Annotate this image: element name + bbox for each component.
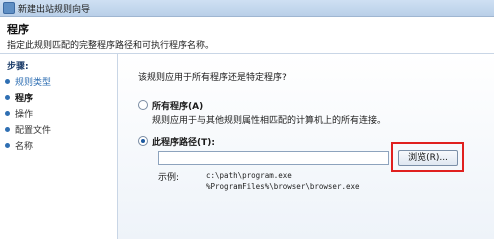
step-label: 规则类型 [15, 78, 52, 88]
step-label: 配置文件 [15, 126, 52, 136]
program-path-input[interactable] [158, 151, 389, 165]
steps-sidebar: 步骤: 规则类型 程序 操作 配置文件 名称 [0, 54, 118, 239]
steps-title: 步骤: [7, 62, 29, 72]
scope-question: 该规则应用于所有程序还是特定程序? [138, 73, 287, 83]
page-header: 程序 指定此规则匹配的完整程序路径和可执行程序名称。 [0, 17, 494, 54]
step-bullet-icon [5, 79, 10, 84]
firewall-app-icon [3, 2, 15, 14]
step-program[interactable]: 程序 [5, 91, 33, 104]
step-label: 名称 [15, 142, 34, 152]
example-path-1: c:\path\program.exe [206, 171, 292, 180]
step-bullet-icon [5, 95, 10, 100]
step-rule-type[interactable]: 规则类型 [5, 75, 51, 88]
all-programs-radio[interactable] [138, 100, 148, 110]
main-panel: 该规则应用于所有程序还是特定程序? 所有程序(A) 规则应用于与其他规则属性相匹… [118, 54, 494, 239]
window-title: 新建出站规则向导 [18, 5, 91, 15]
all-programs-description: 规则应用于与其他规则属性相匹配的计算机上的所有连接。 [152, 116, 387, 126]
step-profile[interactable]: 配置文件 [5, 123, 51, 136]
title-bar: 新建出站规则向导 [0, 0, 494, 17]
step-label: 程序 [15, 94, 34, 104]
program-path-label[interactable]: 此程序路径(T): [152, 135, 215, 148]
step-name[interactable]: 名称 [5, 139, 33, 152]
all-programs-label[interactable]: 所有程序(A) [152, 99, 203, 112]
example-path-2: %ProgramFiles%\browser\browser.exe [206, 182, 360, 191]
step-label: 操作 [15, 110, 34, 120]
step-action[interactable]: 操作 [5, 107, 33, 120]
program-path-radio[interactable] [138, 136, 148, 146]
page-title: 程序 [7, 23, 29, 36]
step-bullet-icon [5, 127, 10, 132]
example-label: 示例: [158, 173, 180, 183]
step-bullet-icon [5, 111, 10, 116]
browse-button[interactable]: 浏览(R)... [398, 150, 458, 166]
page-description: 指定此规则匹配的完整程序路径和可执行程序名称。 [7, 41, 215, 51]
step-bullet-icon [5, 143, 10, 148]
